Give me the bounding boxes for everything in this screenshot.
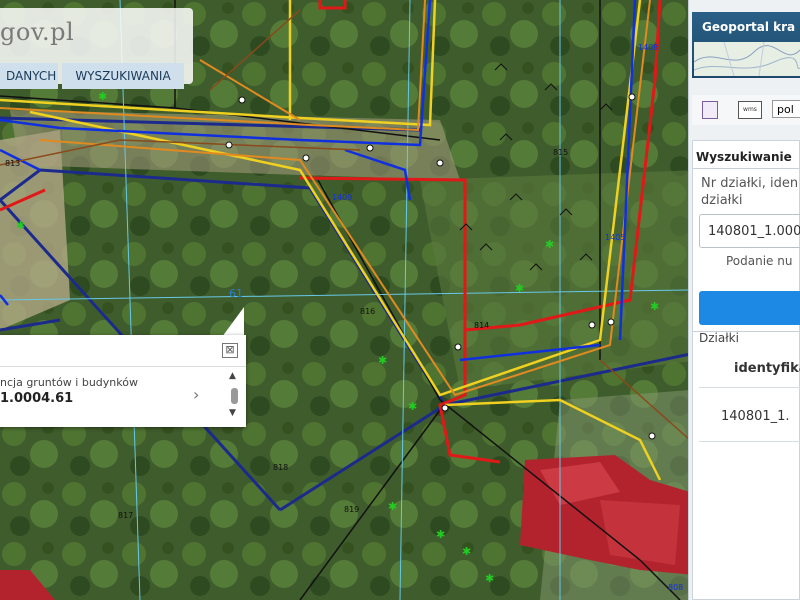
scroll-down-icon[interactable]: ▼ [229, 408, 236, 418]
svg-text:✱: ✱ [408, 400, 417, 413]
tab-danych[interactable]: DANYCH [0, 63, 58, 89]
results-heading: Działki [699, 331, 739, 345]
map-label: 808 [668, 583, 683, 592]
logo-text: gov.pl [0, 18, 75, 46]
map-label: 816 [360, 307, 375, 316]
svg-text:✱: ✱ [436, 528, 445, 541]
toolbar: wms pol [692, 95, 800, 125]
scroll-up-icon[interactable]: ▲ [229, 371, 236, 381]
popup-layer-name: ncja gruntów i budynków [0, 376, 138, 389]
parcel-id-input[interactable]: 140801_1.000 [699, 214, 800, 248]
search-button[interactable] [699, 291, 800, 325]
popup-divider [0, 366, 246, 367]
svg-text:✱: ✱ [515, 282, 524, 295]
search-panel-title: Wyszukiwanie [696, 150, 792, 164]
geoportal-thumbnail [694, 42, 800, 76]
map-label: 813 [5, 159, 20, 168]
logo-bar: gov.pl DANYCH WYSZUKIWANIA [0, 8, 193, 89]
map-label: 817 [118, 511, 133, 520]
divider [699, 387, 800, 388]
feature-info-popup: ⊠ ncja gruntów i budynków 1.0004.61 › ▲ … [0, 335, 246, 427]
chevron-right-icon[interactable]: › [193, 385, 199, 404]
svg-text:✱: ✱ [98, 90, 107, 103]
popup-tail [222, 307, 244, 337]
results-row[interactable]: 140801_1. [721, 409, 790, 424]
wms-icon[interactable]: wms [738, 101, 762, 119]
parcel-id-label: Nr działki, iden działki [701, 176, 799, 208]
input-hint: Podanie nu [726, 254, 793, 268]
svg-text:✱: ✱ [378, 354, 387, 367]
svg-text:✱: ✱ [388, 500, 397, 513]
map-label: 1409 [332, 193, 352, 202]
map-label: 815 [553, 148, 568, 157]
map-view[interactable]: ✱ ✱ ✱ ✱ ✱ ✱ ✱ ✱ ✱ ✱ ✱ 61 814 815 816 813… [0, 0, 800, 600]
svg-text:✱: ✱ [545, 238, 554, 251]
parcel-number-label: 61 [229, 287, 243, 300]
scrollbar-thumb[interactable] [231, 388, 238, 404]
map-label: 1405 [605, 233, 625, 242]
divider [699, 441, 800, 442]
layers-icon[interactable] [702, 101, 718, 119]
geoportal-title: Geoportal kra [702, 20, 796, 34]
results-column-header: identyfika [734, 361, 800, 376]
geoportal-header[interactable]: Geoportal kra [692, 12, 800, 78]
map-label: 819 [344, 505, 359, 514]
close-icon[interactable]: ⊠ [222, 343, 238, 358]
search-panel: Wyszukiwanie Nr działki, iden działki 14… [692, 140, 800, 600]
svg-text:✱: ✱ [462, 545, 471, 558]
map-label: 818 [273, 463, 288, 472]
popup-parcel-id[interactable]: 1.0004.61 [0, 391, 73, 406]
svg-text:✱: ✱ [485, 572, 494, 585]
map-label: 814 [474, 321, 489, 330]
language-select[interactable]: pol [772, 100, 800, 118]
map-label: 1408 [638, 43, 658, 52]
svg-text:✱: ✱ [650, 300, 659, 313]
tab-wyszukiwania[interactable]: WYSZUKIWANIA [62, 63, 184, 89]
divider [693, 168, 800, 169]
svg-text:✱: ✱ [16, 219, 25, 232]
